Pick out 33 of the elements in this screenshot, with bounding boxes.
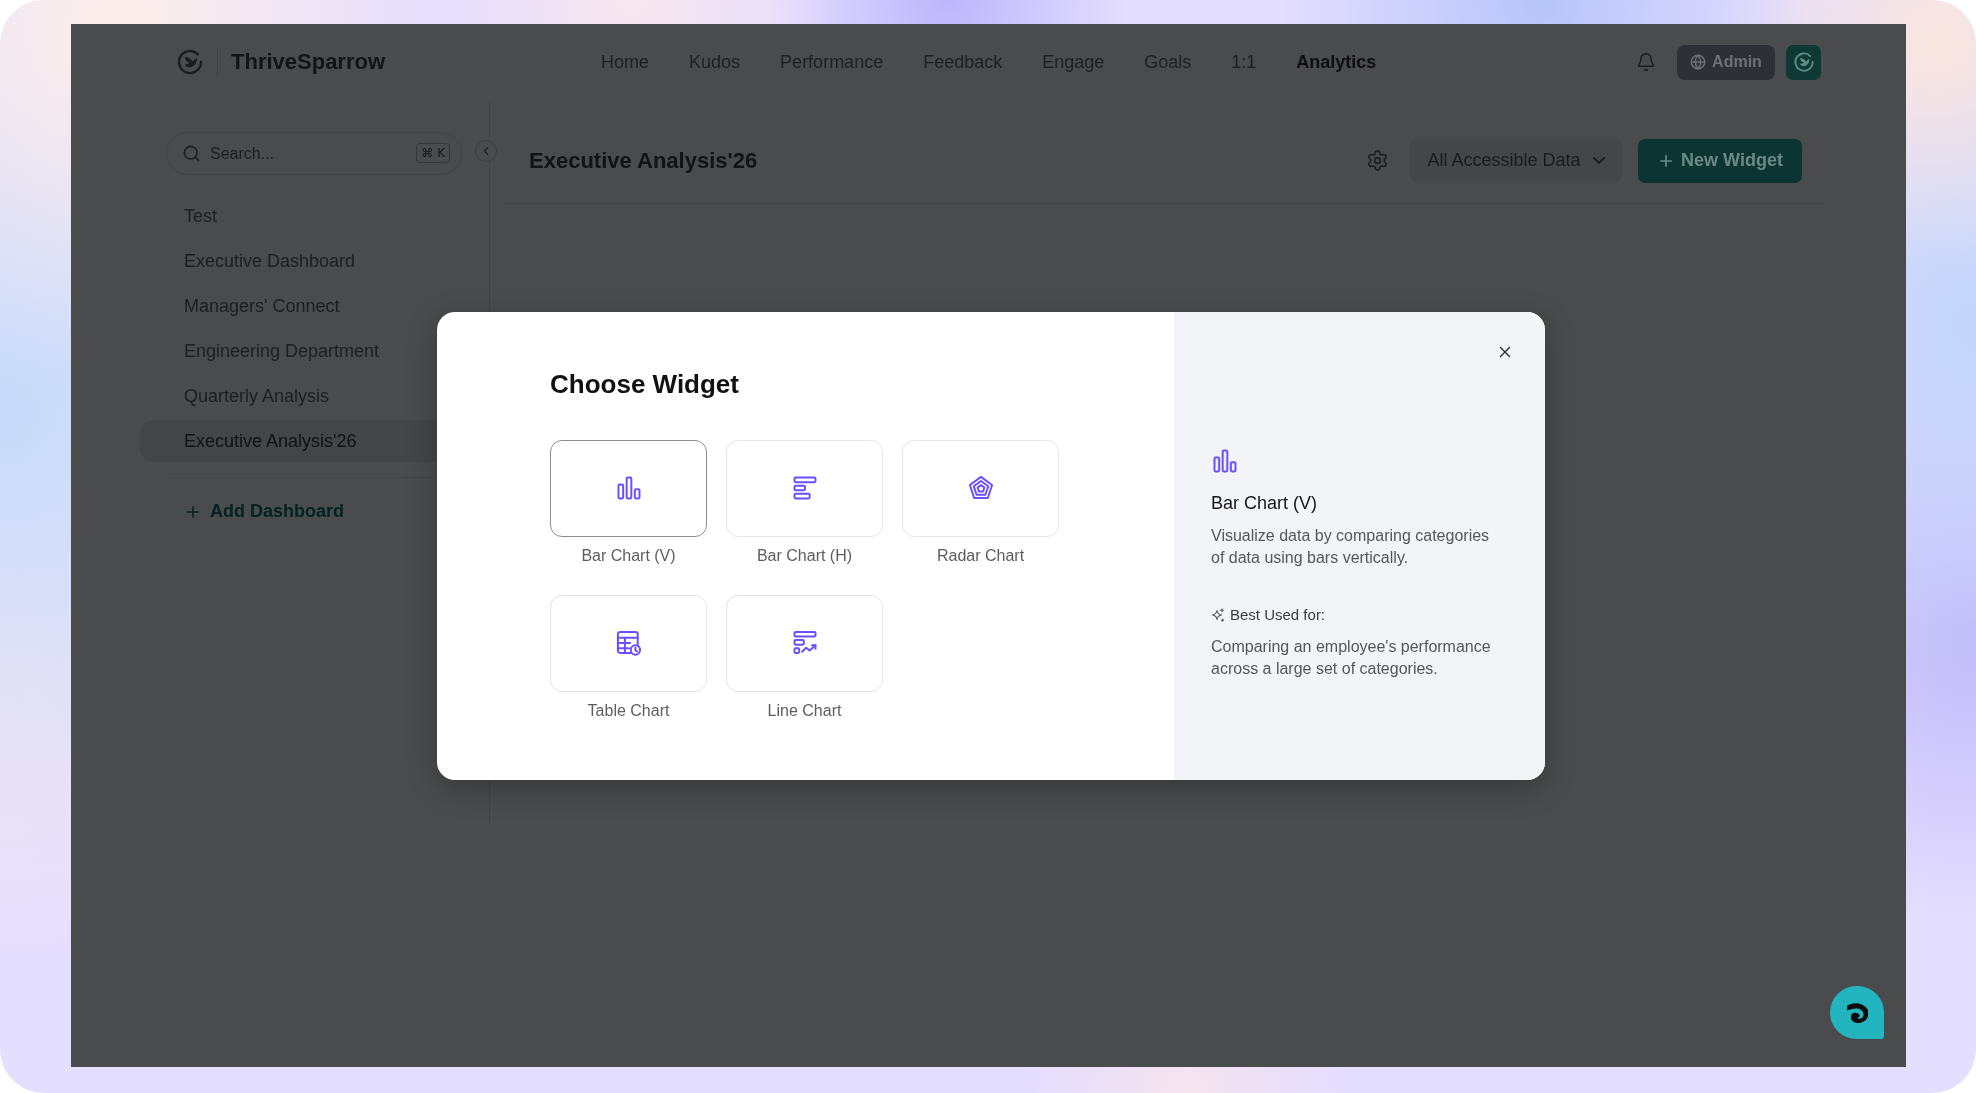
sparkle-icon — [1211, 607, 1225, 622]
swirl-icon — [1846, 1002, 1868, 1023]
logo-icon — [176, 48, 204, 76]
details-title: Bar Chart (V) — [1211, 491, 1318, 514]
chat-button[interactable] — [1830, 986, 1884, 1039]
admin-button[interactable]: Admin — [1677, 44, 1775, 80]
nav-link[interactable]: Analytics — [1296, 51, 1377, 73]
widget-label: Bar Chart (H) — [756, 545, 853, 566]
chevron-down-icon — [1592, 157, 1605, 164]
dialog-title: Choose Widget — [550, 367, 739, 400]
search-icon — [182, 144, 201, 163]
page-title: Executive Analysis'26 — [529, 147, 758, 174]
widget-label: Radar Chart — [936, 545, 1025, 566]
notifications-button[interactable] — [1636, 52, 1656, 72]
new-widget-button[interactable]: New Widget — [1638, 138, 1802, 183]
best-used-label: Best Used for: — [1230, 604, 1326, 625]
widget-label: Bar Chart (V) — [581, 545, 676, 566]
details-description: Visualize data by comparing categories of data using bars vertically. — [1211, 525, 1491, 568]
bell-icon — [1636, 52, 1656, 72]
settings-button[interactable] — [1366, 149, 1389, 172]
best-used-text: Comparing an employee's performance across a large set of categories. — [1211, 636, 1492, 679]
widget-option[interactable] — [550, 439, 707, 537]
avatar-button[interactable] — [1786, 44, 1821, 80]
logo-icon — [1792, 51, 1815, 73]
pentagon-icon — [966, 474, 995, 502]
add-dashboard-button[interactable]: Add Dashboard — [166, 501, 344, 522]
table-icon — [614, 629, 643, 657]
collapse-button[interactable] — [475, 140, 497, 162]
widget-label: Line Chart — [767, 700, 842, 721]
widget-label: Table Chart — [587, 700, 670, 721]
globe-icon — [1690, 54, 1707, 70]
settings-icon — [1366, 149, 1389, 172]
brand-name: ThriveSparrow — [231, 49, 386, 75]
